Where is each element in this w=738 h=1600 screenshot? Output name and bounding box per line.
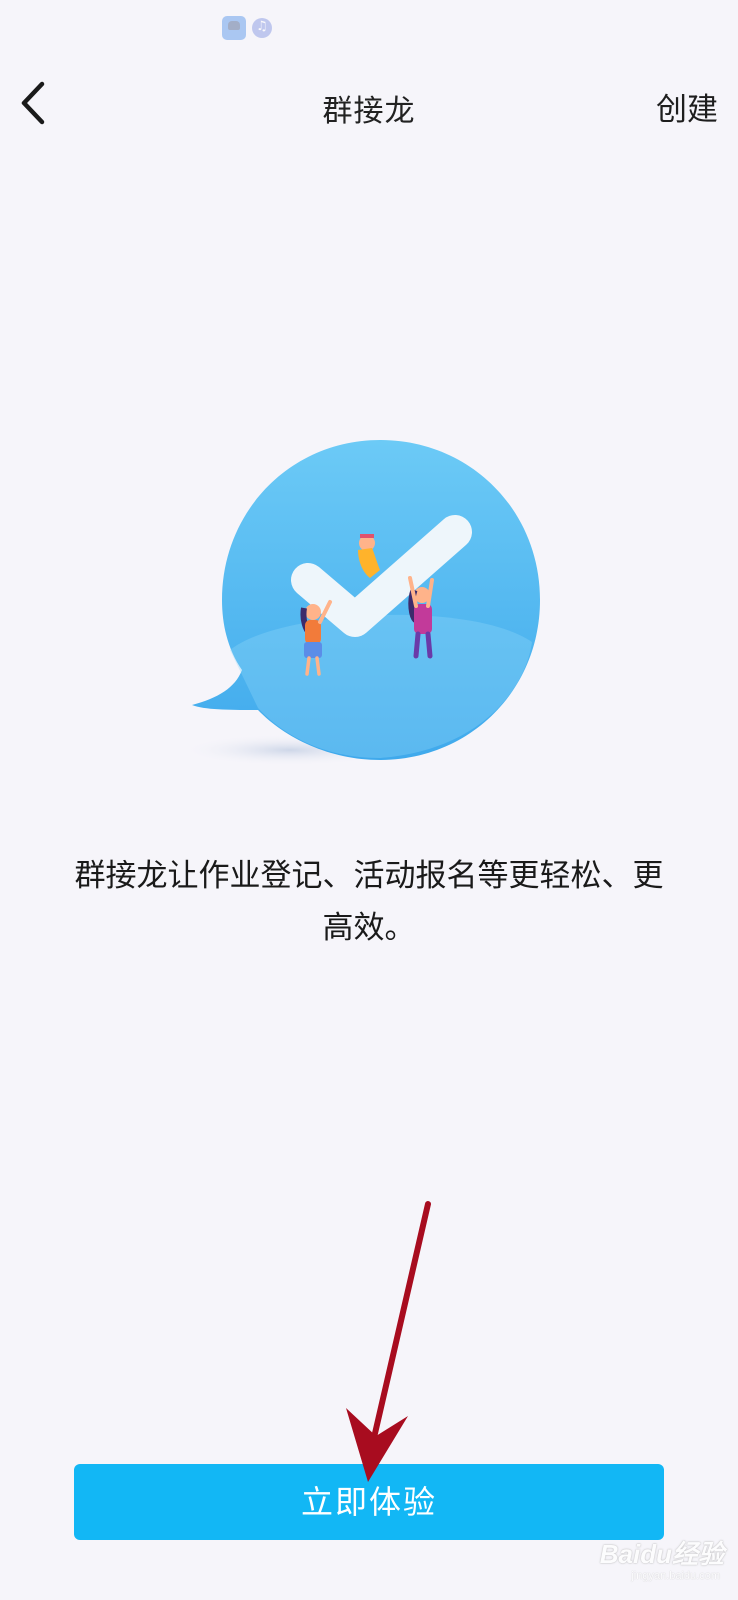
red-arrow-annotation [346,1201,431,1482]
group-solitaire-illustration [180,440,540,766]
create-button[interactable]: 创建 [656,84,718,129]
camera-app-icon [222,16,246,40]
baidu-watermark: Baidu经验 jingyan.baidu.com [560,1530,730,1594]
watermark-text: Baidu经验 [599,1539,724,1569]
watermark-url: jingyan.baidu.com [631,1570,720,1582]
try-now-button[interactable]: 立即体验 [74,1464,664,1540]
feature-description: 群接龙让作业登记、活动报名等更轻松、更高效。 [74,858,664,946]
music-icon [252,18,272,38]
page-title: 群接龙 [322,94,416,129]
status-bar [0,0,738,60]
nav-bar: 群接龙 创建 [0,60,738,156]
